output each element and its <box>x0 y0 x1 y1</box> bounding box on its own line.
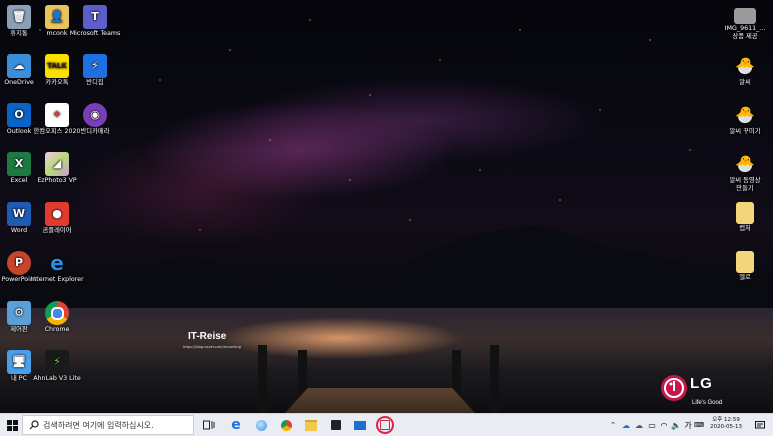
tray-ime[interactable]: 가 <box>682 414 694 436</box>
desktop-icon-capture-folder[interactable]: 캡처 <box>714 202 773 233</box>
windows-logo-icon <box>6 419 18 431</box>
tray-network[interactable]: ◠ <box>658 414 670 436</box>
wooden-pier <box>285 388 475 413</box>
pier-post <box>258 345 267 413</box>
tray-onedrive[interactable]: ☁ <box>620 414 632 436</box>
icon-label: EzPhoto3 VP <box>37 177 77 184</box>
lg-brand: LG <box>690 375 713 392</box>
start-button[interactable] <box>3 414 21 436</box>
notification-icon <box>755 420 765 428</box>
lg-logo-icon <box>661 375 687 401</box>
icon-label: 캡처 <box>739 225 751 232</box>
keyboard-icon: ⌨ <box>693 421 705 429</box>
icon-label: Internet Explorer <box>30 276 84 283</box>
icon-label: 알씨 동영상 만들기 <box>729 177 761 192</box>
desktop-icon-teams[interactable]: T Microsoft Teams <box>64 5 126 38</box>
chevron-up-icon: ⌃ <box>610 421 616 429</box>
ahnlab-v3-icon: ⚡ <box>45 350 69 374</box>
cloud-icon: ☁ <box>635 420 643 430</box>
bandizip-icon: ⚡ <box>83 54 107 78</box>
chrome-icon <box>45 301 69 325</box>
desktop-icon-image-file[interactable]: IMG_9611_... 상품 제공 <box>714 8 773 41</box>
highlight-ring <box>376 416 394 434</box>
task-view-button[interactable] <box>200 414 218 436</box>
alsee-icon: 🐣 <box>735 56 755 75</box>
taskbar-search-box[interactable]: 검색하려면 여기에 입력하십시오. <box>22 415 194 435</box>
ezphoto-icon: ◢ <box>45 152 69 176</box>
alsee-video-icon: 🐣 <box>735 154 755 173</box>
edge-icon: e <box>231 417 241 433</box>
pier-post <box>452 350 461 395</box>
taskbar: 검색하려면 여기에 입력하십시오. e ⌃ ☁ ☁ ▭ ◠ 🔈 가 ⌨ 오후 1… <box>0 413 773 436</box>
taskbar-highlighted-app[interactable] <box>374 414 396 436</box>
wifi-icon: ◠ <box>660 420 668 430</box>
search-placeholder: 검색하려면 여기에 입력하십시오. <box>43 420 154 430</box>
mail-icon <box>354 420 366 430</box>
desktop-icon-bandicam[interactable]: ◉ 반디카메라 <box>64 103 126 136</box>
show-hidden-icons-button[interactable]: ⌃ <box>608 414 618 436</box>
tray-volume[interactable]: 🔈 <box>670 414 682 436</box>
alsee-decorate-icon: 🐣 <box>735 105 755 124</box>
pier-post <box>298 350 307 395</box>
onedrive-icon: ☁ <box>622 420 630 430</box>
desktop-icon-ezphoto[interactable]: ◢ EzPhoto3 VP <box>26 152 88 185</box>
tray-clock[interactable]: 오후 12:59 2020-05-13 <box>704 417 748 431</box>
taskbar-file-explorer[interactable] <box>301 414 321 436</box>
bandicam-icon: ◉ <box>83 103 107 127</box>
taskbar-app-globe[interactable] <box>251 414 271 436</box>
pier-post <box>490 345 499 413</box>
desktop-icon-alsee-decorate[interactable]: 🐣 알씨 꾸미기 <box>714 103 773 136</box>
desktop-wallpaper: 🗑 휴지통 ☁ OneDrive O Outlook X Excel W Wor… <box>0 0 773 413</box>
watermark-url: https://blog.naver.com/mconking <box>183 345 241 349</box>
desktop-icon-bandizip[interactable]: ⚡ 반디집 <box>64 54 126 87</box>
folder-icon <box>305 419 317 431</box>
taskbar-store[interactable] <box>326 414 346 436</box>
desktop-icon-chrome[interactable]: Chrome <box>26 301 88 334</box>
desktop-icon-ello-folder[interactable]: 엘로 <box>714 251 773 282</box>
image-file-icon <box>734 8 756 24</box>
desktop-icon-ahnlab-v3[interactable]: ⚡ AhnLab V3 Lite <box>26 350 88 383</box>
chrome-icon <box>280 419 292 431</box>
tray-cloud[interactable]: ☁ <box>633 414 645 436</box>
globe-icon <box>255 419 267 431</box>
tray-time: 오후 12:59 <box>712 417 740 423</box>
desktop-icon-internet-explorer[interactable]: e Internet Explorer <box>26 251 88 284</box>
app-icon <box>380 420 390 430</box>
folder-icon <box>736 202 754 224</box>
taskbar-edge[interactable]: e <box>226 414 246 436</box>
tray-keyboard[interactable]: ⌨ <box>694 414 704 436</box>
action-center-button[interactable] <box>752 414 768 436</box>
icon-label: 반디카메라 <box>80 128 110 135</box>
internet-explorer-icon: e <box>50 251 64 275</box>
tray-battery[interactable]: ▭ <box>646 414 658 436</box>
desktop-icon-alsee[interactable]: 🐣 알씨 <box>714 54 773 87</box>
desktop-icon-gomplayer[interactable]: ● 곰플레이어 <box>26 202 88 235</box>
icon-label: 반디집 <box>86 79 104 86</box>
taskbar-chrome[interactable] <box>276 414 296 436</box>
icon-label: IMG_9611_... 상품 제공 <box>724 25 766 40</box>
desktop-icon-alsee-video[interactable]: 🐣 알씨 동영상 만들기 <box>714 152 773 193</box>
task-view-icon <box>203 420 215 430</box>
search-icon <box>29 420 39 430</box>
gomplayer-icon: ● <box>45 202 69 226</box>
ime-label: 가 <box>684 420 692 430</box>
icon-label: 알씨 <box>739 79 751 86</box>
lg-tagline: Life's Good <box>692 400 723 406</box>
folder-icon <box>736 251 754 273</box>
icon-label: AhnLab V3 Lite <box>33 375 81 382</box>
taskbar-mail[interactable] <box>350 414 370 436</box>
speaker-icon: 🔈 <box>671 420 681 430</box>
tray-date: 2020-05-13 <box>710 424 742 430</box>
battery-icon: ▭ <box>648 420 656 430</box>
watermark-title: IT-Reise <box>188 331 227 342</box>
icon-label: Microsoft Teams <box>69 30 121 37</box>
icon-label: 엘로 <box>739 274 751 281</box>
store-bag-icon <box>331 420 341 430</box>
icon-label: 곰플레이어 <box>42 227 72 234</box>
icon-label: Chrome <box>44 326 70 333</box>
icon-label: 알씨 꾸미기 <box>729 128 761 135</box>
teams-icon: T <box>83 5 107 29</box>
